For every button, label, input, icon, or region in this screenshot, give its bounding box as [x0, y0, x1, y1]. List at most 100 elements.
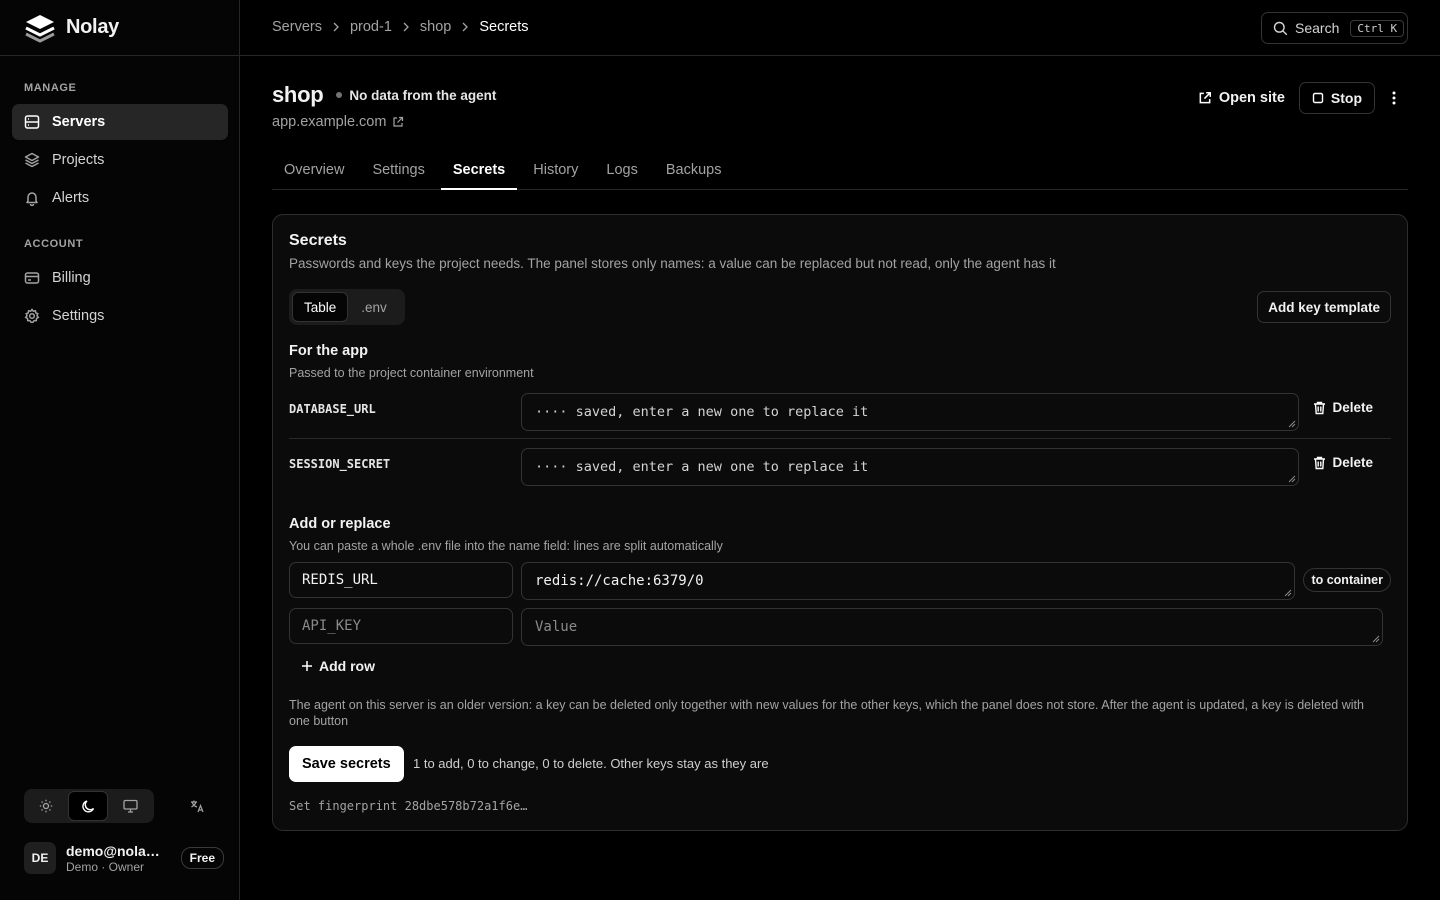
- user-menu[interactable]: DE demo@nolay... Demo · Owner Free: [24, 840, 224, 876]
- empty-key-name-input[interactable]: API_KEY: [289, 608, 513, 644]
- delete-secret-button[interactable]: Delete: [1313, 455, 1373, 470]
- sidebar: Nolay MANAGE Servers Projects Alerts ACC…: [0, 0, 240, 900]
- breadcrumb-servers[interactable]: Servers: [272, 19, 322, 35]
- stop-label: Stop: [1330, 90, 1362, 106]
- breadcrumb-project[interactable]: shop: [420, 19, 451, 35]
- sidebar-item-settings[interactable]: Settings: [12, 298, 228, 334]
- open-site-label: Open site: [1218, 90, 1285, 106]
- layers-icon: [24, 152, 40, 168]
- language-button[interactable]: [184, 794, 210, 818]
- secret-row: SESSION_SECRET ···· saved, enter a new o…: [289, 448, 1391, 494]
- sidebar-item-billing[interactable]: Billing: [12, 260, 228, 296]
- add-row-button[interactable]: Add row: [301, 658, 375, 674]
- view-mode-table[interactable]: Table: [292, 292, 349, 322]
- open-site-button[interactable]: Open site: [1198, 90, 1285, 106]
- stop-icon: [1312, 92, 1324, 104]
- user-email: demo@nolay...: [66, 842, 162, 859]
- more-options-button[interactable]: [1380, 82, 1408, 114]
- theme-system-button[interactable]: [110, 791, 150, 821]
- delete-secret-button[interactable]: Delete: [1313, 400, 1373, 415]
- secrets-card: Secrets Passwords and keys the project n…: [272, 214, 1408, 831]
- delete-label: Delete: [1332, 455, 1373, 470]
- resize-handle-icon: [1284, 589, 1292, 597]
- search-button[interactable]: Search Ctrl K: [1261, 12, 1408, 44]
- sidebar-item-label: Billing: [52, 270, 91, 286]
- user-role: Demo · Owner: [66, 859, 145, 874]
- set-fingerprint: Set fingerprint 28dbe578b72a1f6e…: [289, 799, 528, 813]
- tabs: Overview Settings Secrets History Logs B…: [272, 151, 1408, 190]
- view-mode-env[interactable]: .env: [350, 292, 398, 322]
- resize-handle-icon: [1372, 635, 1380, 643]
- section-label-account: ACCOUNT: [24, 238, 84, 250]
- secrets-description: Passwords and keys the project needs. Th…: [289, 256, 1056, 271]
- target-container-toggle[interactable]: to container: [1303, 568, 1391, 592]
- sidebar-item-alerts[interactable]: Alerts: [12, 180, 228, 216]
- monitor-icon: [122, 799, 138, 813]
- save-summary: 1 to add, 0 to change, 0 to delete. Othe…: [413, 756, 769, 771]
- more-vertical-icon: [1392, 91, 1396, 105]
- new-key-value-input[interactable]: redis://cache:6379/0: [521, 562, 1295, 600]
- tab-secrets[interactable]: Secrets: [440, 151, 518, 190]
- chevron-right-icon: [461, 22, 469, 32]
- domain-text: app.example.com: [272, 114, 387, 130]
- theme-dark-button[interactable]: [68, 791, 108, 821]
- brand[interactable]: Nolay: [0, 0, 239, 56]
- translate-icon: [190, 799, 205, 813]
- secret-key-name: SESSION_SECRET: [289, 457, 391, 471]
- empty-key-value-input[interactable]: Value: [521, 608, 1383, 646]
- breadcrumb: Servers prod-1 shop Secrets: [272, 19, 529, 35]
- tab-settings[interactable]: Settings: [360, 151, 436, 189]
- theme-switcher: [24, 789, 154, 823]
- new-key-value: redis://cache:6379/0: [535, 573, 704, 589]
- stop-button[interactable]: Stop: [1298, 82, 1375, 114]
- sidebar-item-label: Alerts: [52, 190, 90, 206]
- delete-label: Delete: [1332, 400, 1373, 415]
- theme-light-button[interactable]: [26, 791, 66, 821]
- section-label-manage: MANAGE: [24, 82, 77, 94]
- project-header: shop No data from the agent: [272, 82, 496, 108]
- secret-value-placeholder: ···· saved, enter a new one to replace i…: [535, 404, 869, 420]
- add-section-title: Add or replace: [289, 516, 391, 532]
- plan-badge[interactable]: Free: [180, 847, 224, 869]
- status-text: No data from the agent: [349, 87, 497, 103]
- add-key-template-button[interactable]: Add key template: [1257, 291, 1391, 323]
- sidebar-item-label: Projects: [52, 152, 105, 168]
- secret-row: DATABASE_URL ···· saved, enter a new one…: [289, 393, 1391, 439]
- value-placeholder: Value: [535, 619, 578, 635]
- tab-backups[interactable]: Backups: [654, 151, 734, 189]
- brand-name: Nolay: [66, 16, 119, 38]
- secret-value-input[interactable]: ···· saved, enter a new one to replace i…: [521, 448, 1299, 486]
- new-key-name-input[interactable]: REDIS_URL: [289, 562, 513, 598]
- add-row-label: Add row: [319, 658, 375, 674]
- project-domain-link[interactable]: app.example.com: [272, 114, 404, 130]
- secret-value-input[interactable]: ···· saved, enter a new one to replace i…: [521, 393, 1299, 431]
- external-link-icon: [392, 116, 404, 128]
- sidebar-item-servers[interactable]: Servers: [12, 104, 228, 140]
- secret-key-name: DATABASE_URL: [289, 402, 376, 416]
- chevron-right-icon: [402, 22, 410, 32]
- page-title: shop: [272, 82, 324, 107]
- breadcrumb-server[interactable]: prod-1: [350, 19, 392, 35]
- status-dot: [336, 92, 343, 98]
- nav-manage: Servers Projects Alerts: [0, 104, 240, 218]
- tab-history[interactable]: History: [521, 151, 590, 189]
- external-link-icon: [1198, 91, 1212, 105]
- sidebar-item-projects[interactable]: Projects: [12, 142, 228, 178]
- trash-icon: [1313, 401, 1326, 415]
- gear-icon: [24, 308, 40, 324]
- avatar: DE: [24, 842, 56, 874]
- trash-icon: [1313, 456, 1326, 470]
- search-label: Search: [1295, 20, 1340, 36]
- logo-icon: [24, 13, 56, 43]
- nav-account: Billing Settings: [0, 260, 240, 336]
- view-mode-toggle: Table .env: [289, 289, 405, 325]
- resize-handle-icon: [1288, 475, 1296, 483]
- secrets-title: Secrets: [289, 232, 347, 249]
- plus-icon: [301, 660, 313, 672]
- app-section-title: For the app: [289, 343, 368, 359]
- save-secrets-button[interactable]: Save secrets: [289, 746, 404, 782]
- search-shortcut: Ctrl K: [1350, 19, 1405, 37]
- tab-overview[interactable]: Overview: [272, 151, 356, 189]
- tab-logs[interactable]: Logs: [594, 151, 649, 189]
- sidebar-item-label: Settings: [52, 308, 105, 324]
